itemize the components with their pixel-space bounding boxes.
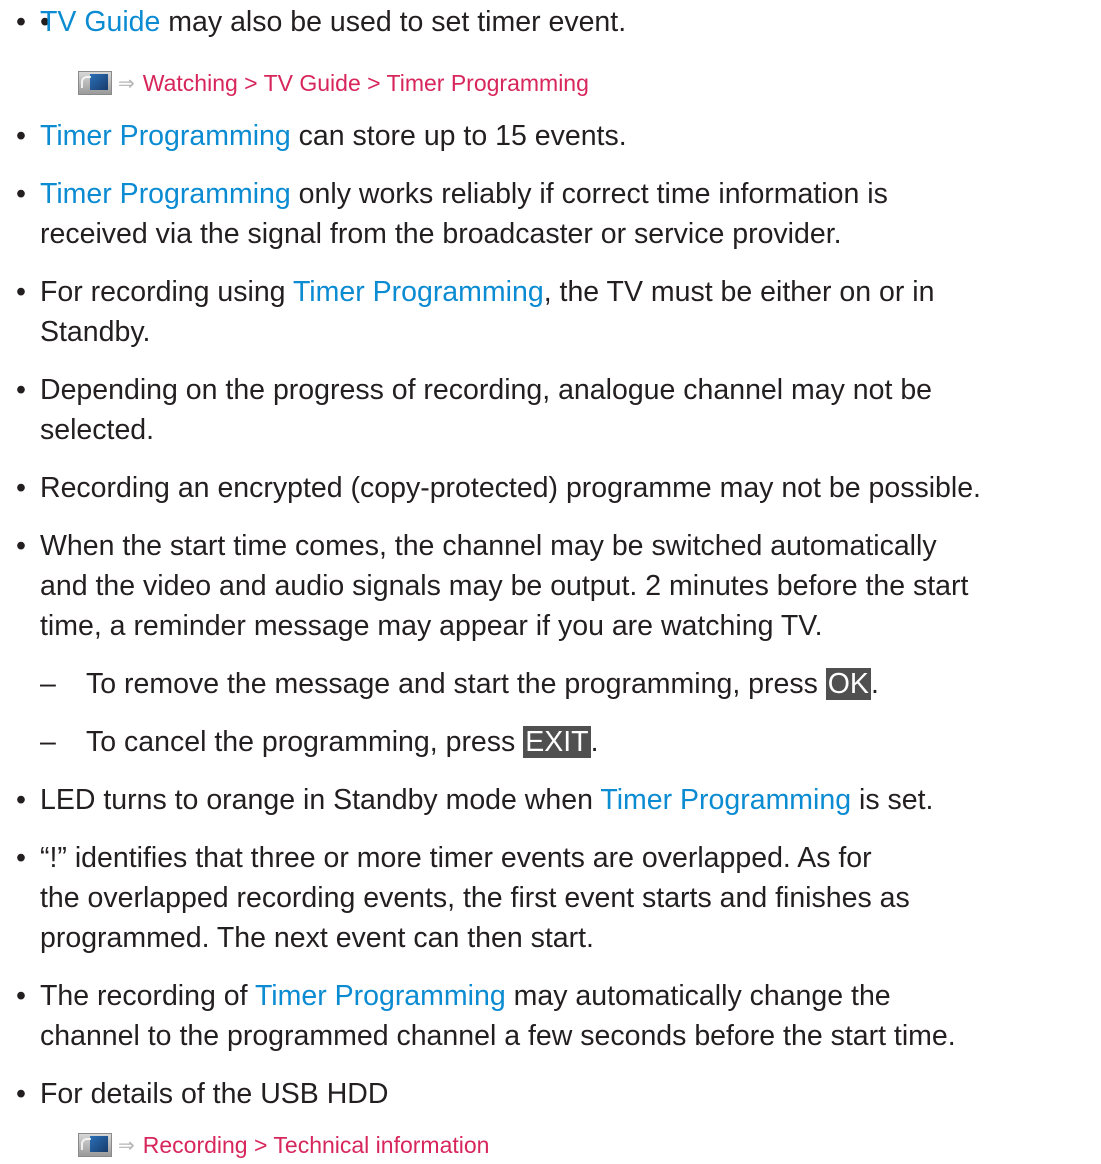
arrow-icon: ⇒ <box>118 1134 135 1157</box>
item-text-line: and the video and audio signals may be o… <box>40 570 969 602</box>
item-text: Recording an encrypted (copy-protected) … <box>40 472 981 504</box>
item-text-line: selected. <box>40 414 155 446</box>
bullet-mark: • <box>16 472 26 504</box>
dash-mark: – <box>40 726 56 758</box>
bullet-mark: • <box>16 980 26 1012</box>
breadcrumb[interactable]: ⇒ Recording > Technical information <box>78 1130 489 1160</box>
bullet-mark: • <box>16 276 26 308</box>
item-text: , the TV must be either on or in <box>543 276 935 308</box>
item-text-line: programmed. The next event can then star… <box>40 922 594 954</box>
item-text: For details of the USB HDD <box>40 1078 389 1110</box>
bullet-mark: • <box>16 842 26 874</box>
item-text: can store up to 15 events. <box>290 120 627 152</box>
bullet-mark: • <box>16 374 26 406</box>
tv-guide-link[interactable]: TV Guide <box>40 6 160 38</box>
sub-item-end: . <box>870 668 879 700</box>
breadcrumb[interactable]: ⇒ Watching > TV Guide > Timer Programmin… <box>78 68 589 98</box>
bullet-mark: • <box>16 6 26 38</box>
arrow-icon: ⇒ <box>118 72 135 95</box>
item-text: For recording using <box>40 276 293 308</box>
item-text: When the start time comes, the channel m… <box>40 530 937 562</box>
item-text-line: channel to the programmed channel a few … <box>40 1020 956 1052</box>
item-text-line: received via the signal from the broadca… <box>40 218 842 250</box>
timer-programming-link[interactable]: Timer Programming <box>40 178 291 210</box>
item-text: “!” identifies that three or more timer … <box>40 842 872 874</box>
item-text: The recording of <box>40 980 255 1012</box>
item-text: Depending on the progress of recording, … <box>40 374 933 406</box>
timer-programming-link[interactable]: Timer Programming <box>600 784 851 816</box>
bullet-mark: • <box>16 1078 26 1110</box>
tv-menu-icon <box>78 71 112 95</box>
item-text-line: time, a reminder message may appear if y… <box>40 610 823 642</box>
exit-key: EXIT <box>523 726 591 758</box>
item-text: may automatically change the <box>505 980 891 1012</box>
dash-mark: – <box>40 668 56 700</box>
tv-menu-icon <box>78 1133 112 1157</box>
breadcrumb-path[interactable]: Recording > Technical information <box>143 1132 490 1159</box>
bullet-mark: • <box>16 530 26 562</box>
item-text-line: Standby. <box>40 316 151 348</box>
item-text: is set. <box>851 784 934 816</box>
timer-programming-link[interactable]: Timer Programming <box>293 276 544 308</box>
bullet-mark: • <box>16 784 26 816</box>
item-text: only works reliably if correct time info… <box>290 178 888 210</box>
sub-item-text: To cancel the programming, press <box>86 726 524 758</box>
item-text-line: the overlapped recording events, the fir… <box>40 882 910 914</box>
sub-item-text: To remove the message and start the prog… <box>86 668 826 700</box>
document-page: • x • TV Guide may also be used to set t… <box>0 0 1101 1164</box>
bullet-mark: • <box>16 120 26 152</box>
ok-key: OK <box>825 668 871 700</box>
item-text: may also be used to set timer event. <box>160 6 627 38</box>
timer-programming-link[interactable]: Timer Programming <box>255 980 506 1012</box>
bullet-mark: • <box>16 178 26 210</box>
sub-item-end: . <box>590 726 599 758</box>
timer-programming-link[interactable]: Timer Programming <box>40 120 291 152</box>
breadcrumb-path[interactable]: Watching > TV Guide > Timer Programming <box>143 70 589 97</box>
item-text: LED turns to orange in Standby mode when <box>40 784 601 816</box>
